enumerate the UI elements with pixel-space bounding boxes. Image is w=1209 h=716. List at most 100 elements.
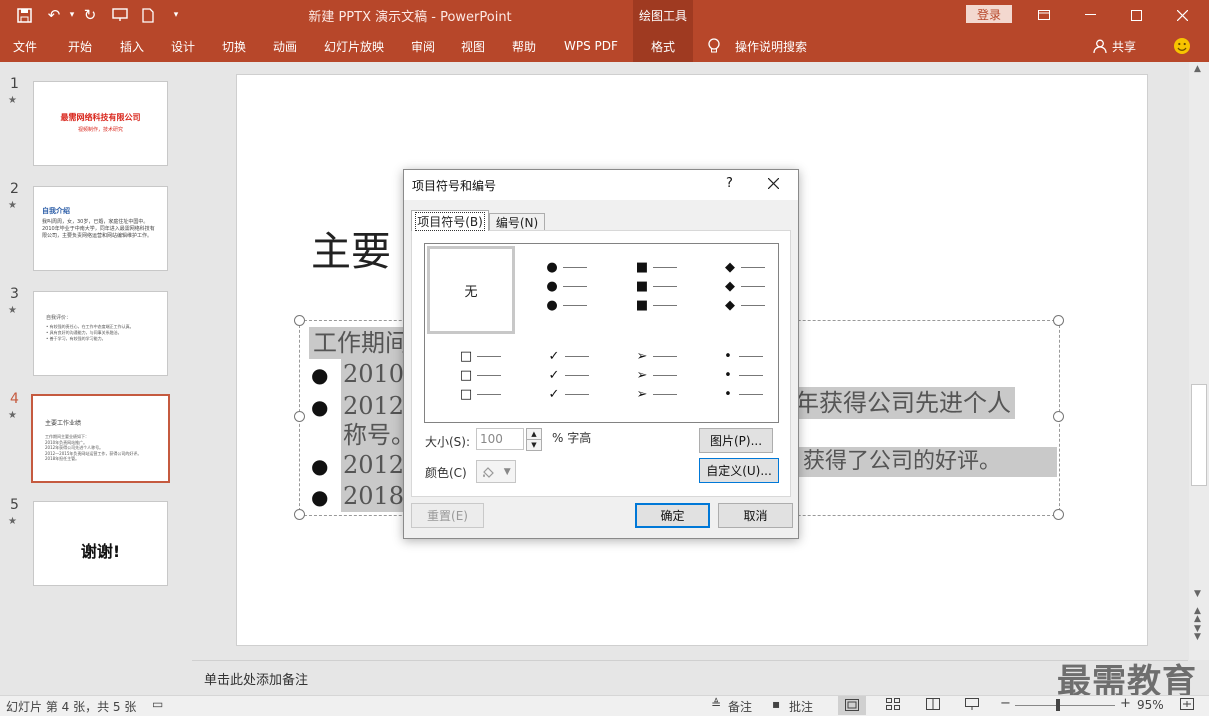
resize-handle[interactable]: [294, 315, 305, 326]
bullet-glyph: ■: [635, 260, 649, 275]
tab-transitions[interactable]: 切换: [222, 30, 246, 62]
reading-view-icon[interactable]: [926, 698, 940, 713]
maximize-icon[interactable]: [1113, 0, 1159, 30]
resize-handle[interactable]: [294, 411, 305, 422]
ok-button[interactable]: 确定: [635, 503, 710, 528]
bullet-option-none[interactable]: 无: [427, 246, 515, 334]
body-line-fragment[interactable]: 年获得公司先进个人: [791, 387, 1015, 419]
login-button[interactable]: 登录: [966, 5, 1012, 23]
resize-handle[interactable]: [294, 509, 305, 520]
bullet-option-arrowhead[interactable]: ➢ ➢ ➢: [635, 347, 721, 433]
bullet-glyph: ■: [635, 279, 649, 294]
resize-handle[interactable]: [1053, 315, 1064, 326]
cancel-button[interactable]: 取消: [718, 503, 793, 528]
bullet-glyph: ●: [311, 395, 329, 419]
comments-label[interactable]: 批注: [789, 698, 813, 715]
feedback-smiley-icon[interactable]: [1173, 30, 1191, 62]
zoom-out-icon[interactable]: −: [1000, 696, 1011, 711]
color-label: 颜色(C): [425, 466, 467, 480]
slide-thumbnail-5[interactable]: 谢谢!: [33, 501, 168, 586]
notes-pane[interactable]: 单击此处添加备注: [192, 660, 1188, 696]
slide-thumbnail-3[interactable]: 自我评价： • 有较强的责任心，在工作中态度端正工作认真。 • 具有良好的沟通能…: [33, 291, 168, 376]
paint-bucket-icon: [483, 466, 495, 478]
bullet-option-filled-square[interactable]: ■ ■ ■: [635, 258, 721, 344]
tab-slideshow[interactable]: 幻灯片放映: [324, 30, 384, 62]
color-picker-dropdown[interactable]: ▼: [476, 460, 516, 483]
close-window-icon[interactable]: [1159, 0, 1205, 30]
bullet-option-checkmark[interactable]: ✓ ✓ ✓: [547, 347, 633, 433]
animation-star-icon: ★: [8, 410, 17, 421]
tab-format[interactable]: 格式: [633, 30, 693, 62]
thumbnail-title: 最需网络科技有限公司: [60, 113, 141, 122]
bullet-option-diamond[interactable]: ◆ ◆ ◆: [723, 258, 809, 344]
notes-toggle-label[interactable]: 备注: [728, 698, 752, 715]
bullet-glyph: ✓: [548, 387, 560, 402]
animation-star-icon: ★: [8, 200, 17, 211]
normal-view-icon[interactable]: [838, 696, 866, 715]
help-icon[interactable]: ?: [726, 176, 733, 191]
slide-sorter-icon[interactable]: [886, 698, 900, 713]
slide-title[interactable]: 主要: [311, 219, 391, 277]
vertical-scrollbar[interactable]: ▲ ▼ ▲ ▲ ▼ ▼: [1189, 62, 1209, 660]
body-line-fragment[interactable]: 获得了公司的好评。: [799, 447, 1057, 477]
zoom-slider[interactable]: [1015, 705, 1115, 706]
ribbon-display-options-icon[interactable]: [1021, 0, 1067, 30]
bullet-glyph: •: [724, 368, 732, 383]
tab-bullets[interactable]: 项目符号(B): [411, 210, 489, 231]
bullet-option-filled-circle[interactable]: ● ● ●: [545, 258, 631, 344]
status-bar: 幻灯片 第 4 张，共 5 张 ▭ ≜ 备注 ▪ 批注 − + 95%: [0, 695, 1209, 716]
bullet-glyph: ➢: [636, 368, 648, 383]
bullet-glyph: •: [724, 387, 732, 402]
notes-toggle-icon[interactable]: ≜: [711, 697, 721, 711]
reset-button[interactable]: 重置(E): [411, 503, 484, 528]
ribbon-tabs: 文件 开始 插入 设计 切换 动画 幻灯片放映 审阅 视图 帮助 WPS PDF…: [0, 30, 1209, 62]
notes-placeholder[interactable]: 单击此处添加备注: [204, 669, 308, 688]
bullet-option-small-dot[interactable]: • • •: [721, 347, 807, 433]
scrollbar-thumb[interactable]: [1191, 384, 1207, 486]
animation-star-icon: ★: [8, 516, 17, 527]
customize-button[interactable]: 自定义(U)...: [699, 458, 779, 483]
tab-file[interactable]: 文件: [13, 30, 37, 62]
tab-design[interactable]: 设计: [171, 30, 195, 62]
tab-review[interactable]: 审阅: [411, 30, 435, 62]
scroll-down-arrow-icon[interactable]: ▼: [1194, 589, 1201, 599]
lightbulb-icon: [708, 30, 720, 62]
tab-animations[interactable]: 动画: [273, 30, 297, 62]
picture-button[interactable]: 图片(P)...: [699, 428, 773, 453]
resize-handle[interactable]: [1053, 411, 1064, 422]
tab-help[interactable]: 帮助: [512, 30, 536, 62]
zoom-level[interactable]: 95%: [1137, 698, 1164, 712]
animation-star-icon: ★: [8, 305, 17, 316]
spelling-check-icon[interactable]: ▭: [152, 697, 163, 711]
size-spin-down-icon[interactable]: ▼: [526, 439, 542, 451]
fit-slide-to-window-icon[interactable]: [1180, 698, 1194, 713]
slideshow-view-icon[interactable]: [965, 698, 979, 713]
zoom-slider-thumb[interactable]: [1056, 699, 1060, 711]
next-slide-icon[interactable]: ▼ ▼: [1194, 625, 1201, 642]
bullet-option-hollow-square[interactable]: □ □ □: [459, 347, 545, 433]
tab-view[interactable]: 视图: [461, 30, 485, 62]
close-dialog-icon[interactable]: [767, 177, 780, 192]
share-button[interactable]: 共享: [1112, 30, 1136, 62]
bullet-glyph: □: [459, 368, 473, 383]
thumbnail-body: 我叫周周，女，30岁，已婚，家庭住址中国中。2010年毕业于中南大学，同年进入最…: [42, 219, 155, 239]
tab-insert[interactable]: 插入: [120, 30, 144, 62]
tab-numbering[interactable]: 编号(N): [489, 213, 545, 231]
tab-home[interactable]: 开始: [68, 30, 92, 62]
zoom-in-icon[interactable]: +: [1120, 696, 1131, 711]
thumbnail-line: • 善于学习，有较强的学习能力。: [46, 336, 106, 341]
slide-thumbnail-2[interactable]: 自我介绍 我叫周周，女，30岁，已婚，家庭住址中国中。2010年毕业于中南大学，…: [33, 186, 168, 271]
bullet-glyph: □: [459, 349, 473, 364]
bullet-none-label: 无: [464, 284, 478, 300]
tell-me-search[interactable]: 操作说明搜索: [735, 30, 807, 62]
slide-thumbnail-4[interactable]: 主要工作业绩 工作期间主要业绩如下： 2010年负责网站推广。 2012年获得公…: [31, 394, 170, 483]
tab-wps-pdf[interactable]: WPS PDF: [564, 30, 618, 62]
resize-handle[interactable]: [1053, 509, 1064, 520]
comments-icon[interactable]: ▪: [772, 697, 780, 711]
size-input[interactable]: 100: [476, 428, 524, 450]
minimize-icon[interactable]: [1067, 0, 1113, 30]
scroll-up-arrow-icon[interactable]: ▲: [1194, 64, 1201, 74]
body-line[interactable]: 工作期间: [309, 327, 413, 359]
slide-thumbnail-1[interactable]: 最需网络科技有限公司 视频制作，技术研究: [33, 81, 168, 166]
previous-slide-icon[interactable]: ▲ ▲: [1194, 607, 1201, 624]
